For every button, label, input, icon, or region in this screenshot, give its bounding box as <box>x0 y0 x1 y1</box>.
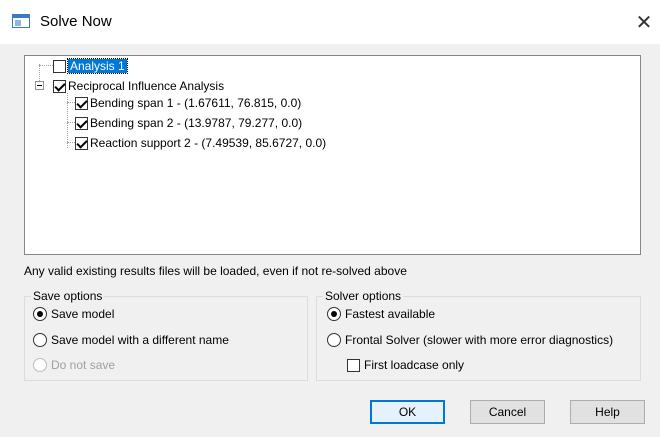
analysis-tree-view[interactable]: Analysis 1 Reciprocal Influence Analysis… <box>24 55 641 255</box>
results-info-text: Any valid existing results files will be… <box>24 264 407 278</box>
radio-label: Save model with a different name <box>51 333 229 347</box>
radio-indicator[interactable] <box>327 333 341 347</box>
radio-label: Do not save <box>51 358 116 372</box>
tree-item-label: Reciprocal Influence Analysis <box>68 79 225 93</box>
tree-item-reciprocal-influence-analysis[interactable]: Reciprocal Influence Analysis <box>53 78 224 94</box>
radio-indicator[interactable] <box>327 307 341 321</box>
tree-item-checkbox[interactable] <box>75 96 88 110</box>
close-button[interactable]: ✕ <box>628 0 660 44</box>
fastest-available-radio[interactable]: Fastest available <box>327 307 435 321</box>
first-loadcase-only-checkbox[interactable]: First loadcase only <box>347 358 464 372</box>
title-bar: Solve Now ✕ <box>0 0 660 44</box>
checkbox-indicator[interactable] <box>347 358 360 372</box>
tree-item-bending-span-2[interactable]: Bending span 2 - (13.9787, 79.277, 0.0) <box>75 115 302 131</box>
tree-item-label: Bending span 1 - (1.67611, 76.815, 0.0) <box>90 96 302 110</box>
tree-connector <box>39 65 53 66</box>
tree-item-checkbox[interactable] <box>75 116 88 130</box>
ok-button[interactable]: OK <box>370 400 445 424</box>
tree-connector <box>67 122 75 123</box>
save-options-title: Save options <box>31 289 105 303</box>
app-window-icon <box>12 14 30 28</box>
radio-indicator[interactable] <box>33 333 47 347</box>
save-model-radio[interactable]: Save model <box>33 307 114 321</box>
do-not-save-radio: Do not save <box>33 358 115 372</box>
cancel-button[interactable]: Cancel <box>470 400 545 424</box>
save-options-group: Save options Save model Save model with … <box>24 289 308 381</box>
collapse-toggle-icon[interactable] <box>35 81 44 90</box>
radio-label: Fastest available <box>345 307 436 321</box>
tree-item-checkbox[interactable] <box>75 136 88 150</box>
tree-item-analysis-1[interactable]: Analysis 1 <box>53 58 128 74</box>
radio-label: Save model <box>51 307 115 321</box>
radio-indicator[interactable] <box>33 307 47 321</box>
tree-item-label: Bending span 2 - (13.9787, 79.277, 0.0) <box>90 116 303 130</box>
tree-item-reaction-support-2[interactable]: Reaction support 2 - (7.49539, 85.6727, … <box>75 135 326 151</box>
tree-connector <box>67 102 75 103</box>
window-title: Solve Now <box>40 13 112 30</box>
solver-options-group: Solver options Fastest available Frontal… <box>316 289 641 381</box>
tree-item-checkbox[interactable] <box>53 59 66 73</box>
tree-item-bending-span-1[interactable]: Bending span 1 - (1.67611, 76.815, 0.0) <box>75 95 301 111</box>
tree-item-checkbox[interactable] <box>53 79 66 93</box>
frontal-solver-radio[interactable]: Frontal Solver (slower with more error d… <box>327 333 613 347</box>
tree-connector <box>67 142 75 143</box>
solver-options-title: Solver options <box>323 289 404 303</box>
checkbox-label: First loadcase only <box>364 358 465 372</box>
radio-indicator <box>33 358 47 372</box>
save-with-different-name-radio[interactable]: Save model with a different name <box>33 333 229 347</box>
tree-item-label: Analysis 1 <box>67 58 128 74</box>
help-button[interactable]: Help <box>570 400 645 424</box>
tree-item-label: Reaction support 2 - (7.49539, 85.6727, … <box>90 136 327 150</box>
radio-label: Frontal Solver (slower with more error d… <box>345 333 614 347</box>
